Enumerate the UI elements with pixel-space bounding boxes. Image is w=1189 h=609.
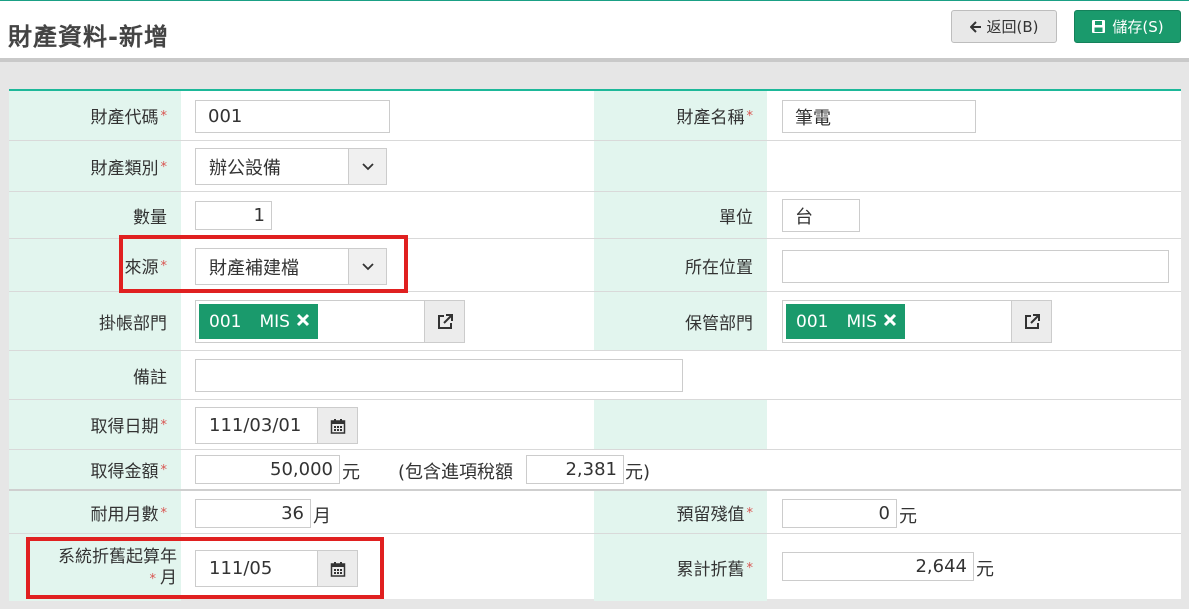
- form-row: 財產代碼 * 001 財產名稱 * 筆電: [9, 91, 1181, 141]
- acquire-amount-unit: 元: [342, 462, 360, 483]
- tag-name: MIS: [846, 311, 877, 332]
- tag-name: MIS: [259, 311, 290, 332]
- external-link-icon[interactable]: [424, 301, 464, 342]
- residual-value-label: 預留殘值 *: [594, 491, 767, 533]
- custody-dept-label: 保管部門: [594, 292, 767, 350]
- residual-value-unit: 元: [899, 506, 917, 527]
- unit-input[interactable]: 台: [782, 199, 860, 232]
- location-label: 所在位置: [594, 239, 767, 291]
- account-dept-tags: 001 MIS: [196, 301, 424, 342]
- form-row: 取得金額 * 50,000 元 (包含進項稅額 2,381 元): [9, 450, 1181, 491]
- back-button-label: 返回(B): [986, 18, 1039, 36]
- depr-start-highlight-box: [26, 537, 384, 599]
- back-button[interactable]: 返回(B): [951, 10, 1057, 43]
- tax-included-suffix: 元): [625, 462, 651, 483]
- empty-label-cell: [594, 400, 767, 449]
- asset-category-select[interactable]: 辦公設備: [195, 148, 387, 185]
- remark-input[interactable]: [195, 359, 683, 392]
- location-input[interactable]: [782, 250, 1169, 283]
- custody-dept-tag: 001 MIS: [786, 304, 905, 339]
- acquire-date-value: 111/03/01: [209, 415, 302, 436]
- form-row: 備註: [9, 351, 1181, 400]
- account-dept-tag: 001 MIS: [199, 304, 318, 339]
- accum-depr-label: 累計折舊 *: [594, 534, 767, 601]
- unit-label: 單位: [594, 192, 767, 238]
- asset-code-input[interactable]: 001: [195, 100, 390, 133]
- calendar-icon[interactable]: [317, 408, 357, 443]
- source-highlight-box: [119, 235, 408, 293]
- remark-label: 備註: [9, 351, 181, 399]
- accum-depr-unit: 元: [976, 559, 994, 580]
- arrow-left-icon: [969, 20, 982, 33]
- chevron-down-icon[interactable]: [348, 149, 386, 184]
- useful-months-input[interactable]: 36: [195, 499, 311, 528]
- acquire-date-input[interactable]: 111/03/01: [195, 407, 358, 444]
- accum-depr-input[interactable]: 2,644: [782, 552, 974, 581]
- remove-tag-icon[interactable]: [883, 312, 897, 332]
- custody-dept-tags: 001 MIS: [783, 301, 1011, 342]
- residual-value-input[interactable]: 0: [782, 499, 897, 528]
- asset-category-label: 財產類別 *: [9, 141, 181, 191]
- top-bar: 財產資料-新增 返回(B) 儲存(S): [0, 0, 1189, 62]
- form-row: 取得日期 * 111/03/01: [9, 400, 1181, 450]
- asset-form: 財產代碼 * 001 財產名稱 * 筆電 財產類別 * 辦公設備 數量 1 單位 台 …: [9, 89, 1181, 601]
- form-row: 財產類別 * 辦公設備: [9, 141, 1181, 192]
- useful-months-label: 耐用月數 *: [9, 491, 181, 533]
- asset-category-value: 辦公設備: [209, 157, 281, 179]
- custody-dept-picker[interactable]: 001 MIS: [782, 300, 1052, 343]
- account-dept-picker[interactable]: 001 MIS: [195, 300, 465, 343]
- form-row: 耐用月數 * 36 月 預留殘值 * 0 元: [9, 491, 1181, 534]
- empty-label-cell: [594, 141, 767, 191]
- asset-name-label: 財產名稱 *: [594, 91, 767, 140]
- quantity-label: 數量: [9, 192, 181, 238]
- save-disk-icon: [1091, 19, 1106, 34]
- save-button-label: 儲存(S): [1112, 18, 1164, 36]
- save-button[interactable]: 儲存(S): [1074, 10, 1181, 43]
- page-title: 財產資料-新增: [8, 23, 169, 51]
- tax-amount-input[interactable]: 2,381: [526, 455, 624, 484]
- quantity-input[interactable]: 1: [195, 201, 272, 230]
- account-dept-label: 掛帳部門: [9, 292, 181, 350]
- remove-tag-icon[interactable]: [296, 312, 310, 332]
- asset-code-label: 財產代碼 *: [9, 91, 181, 140]
- acquire-amount-input[interactable]: 50,000: [195, 455, 340, 484]
- external-link-icon[interactable]: [1011, 301, 1051, 342]
- form-row: 掛帳部門 001 MIS 保管部門 001 MIS: [9, 292, 1181, 351]
- tax-included-prefix: (包含進項稅額: [398, 462, 514, 483]
- acquire-amount-label: 取得金額 *: [9, 450, 181, 489]
- tag-code: 001: [796, 311, 829, 332]
- acquire-date-label: 取得日期 *: [9, 400, 181, 449]
- useful-months-unit: 月: [313, 506, 331, 527]
- asset-name-input[interactable]: 筆電: [782, 100, 976, 133]
- form-row: 數量 1 單位 台: [9, 192, 1181, 239]
- tag-code: 001: [209, 311, 242, 332]
